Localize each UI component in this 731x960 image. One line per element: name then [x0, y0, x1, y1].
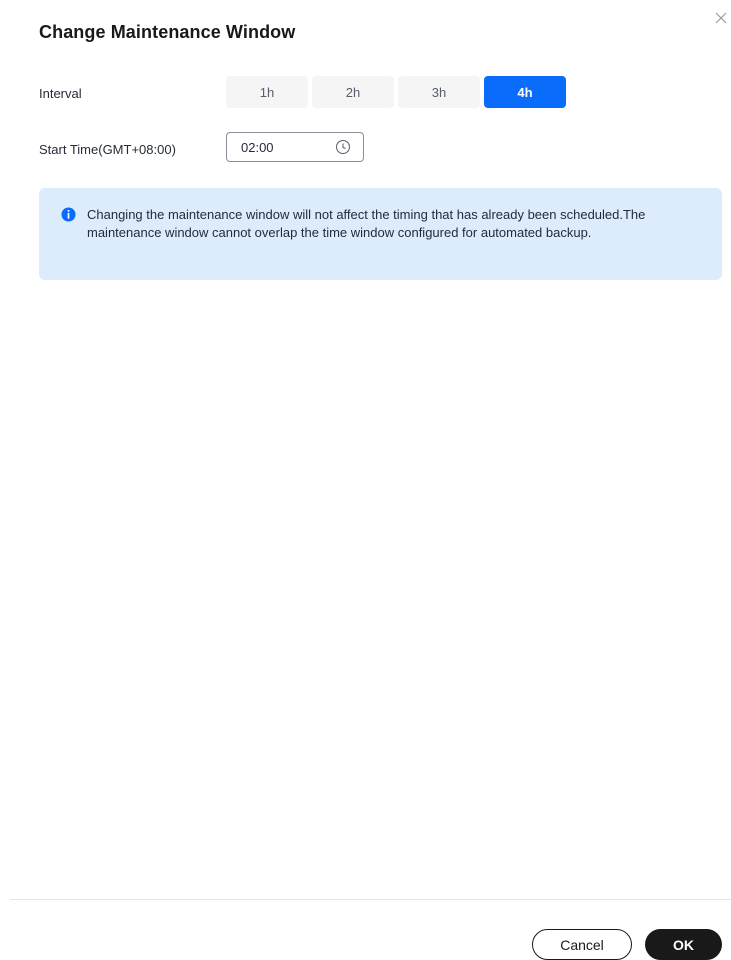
footer-divider — [10, 899, 731, 900]
interval-selector: 1h 2h 3h 4h — [226, 76, 566, 108]
interval-option-2h[interactable]: 2h — [312, 76, 394, 108]
cancel-button[interactable]: Cancel — [532, 929, 632, 960]
info-notice: Changing the maintenance window will not… — [39, 188, 722, 280]
start-time-picker[interactable]: 02:00 — [226, 132, 364, 162]
start-time-label: Start Time(GMT+08:00) — [39, 142, 176, 157]
dialog-title: Change Maintenance Window — [39, 22, 296, 42]
interval-option-4h[interactable]: 4h — [484, 76, 566, 108]
interval-label: Interval — [39, 86, 82, 101]
notice-text: Changing the maintenance window will not… — [87, 207, 646, 240]
ok-button[interactable]: OK — [645, 929, 722, 960]
clock-icon[interactable] — [335, 139, 351, 155]
change-maintenance-window-dialog: Change Maintenance Window Interval 1h 2h… — [0, 0, 731, 960]
start-time-value[interactable]: 02:00 — [241, 140, 274, 155]
info-icon — [61, 207, 76, 222]
interval-option-1h[interactable]: 1h — [226, 76, 308, 108]
interval-option-3h[interactable]: 3h — [398, 76, 480, 108]
close-button[interactable] — [713, 10, 729, 26]
close-icon[interactable] — [713, 10, 729, 26]
